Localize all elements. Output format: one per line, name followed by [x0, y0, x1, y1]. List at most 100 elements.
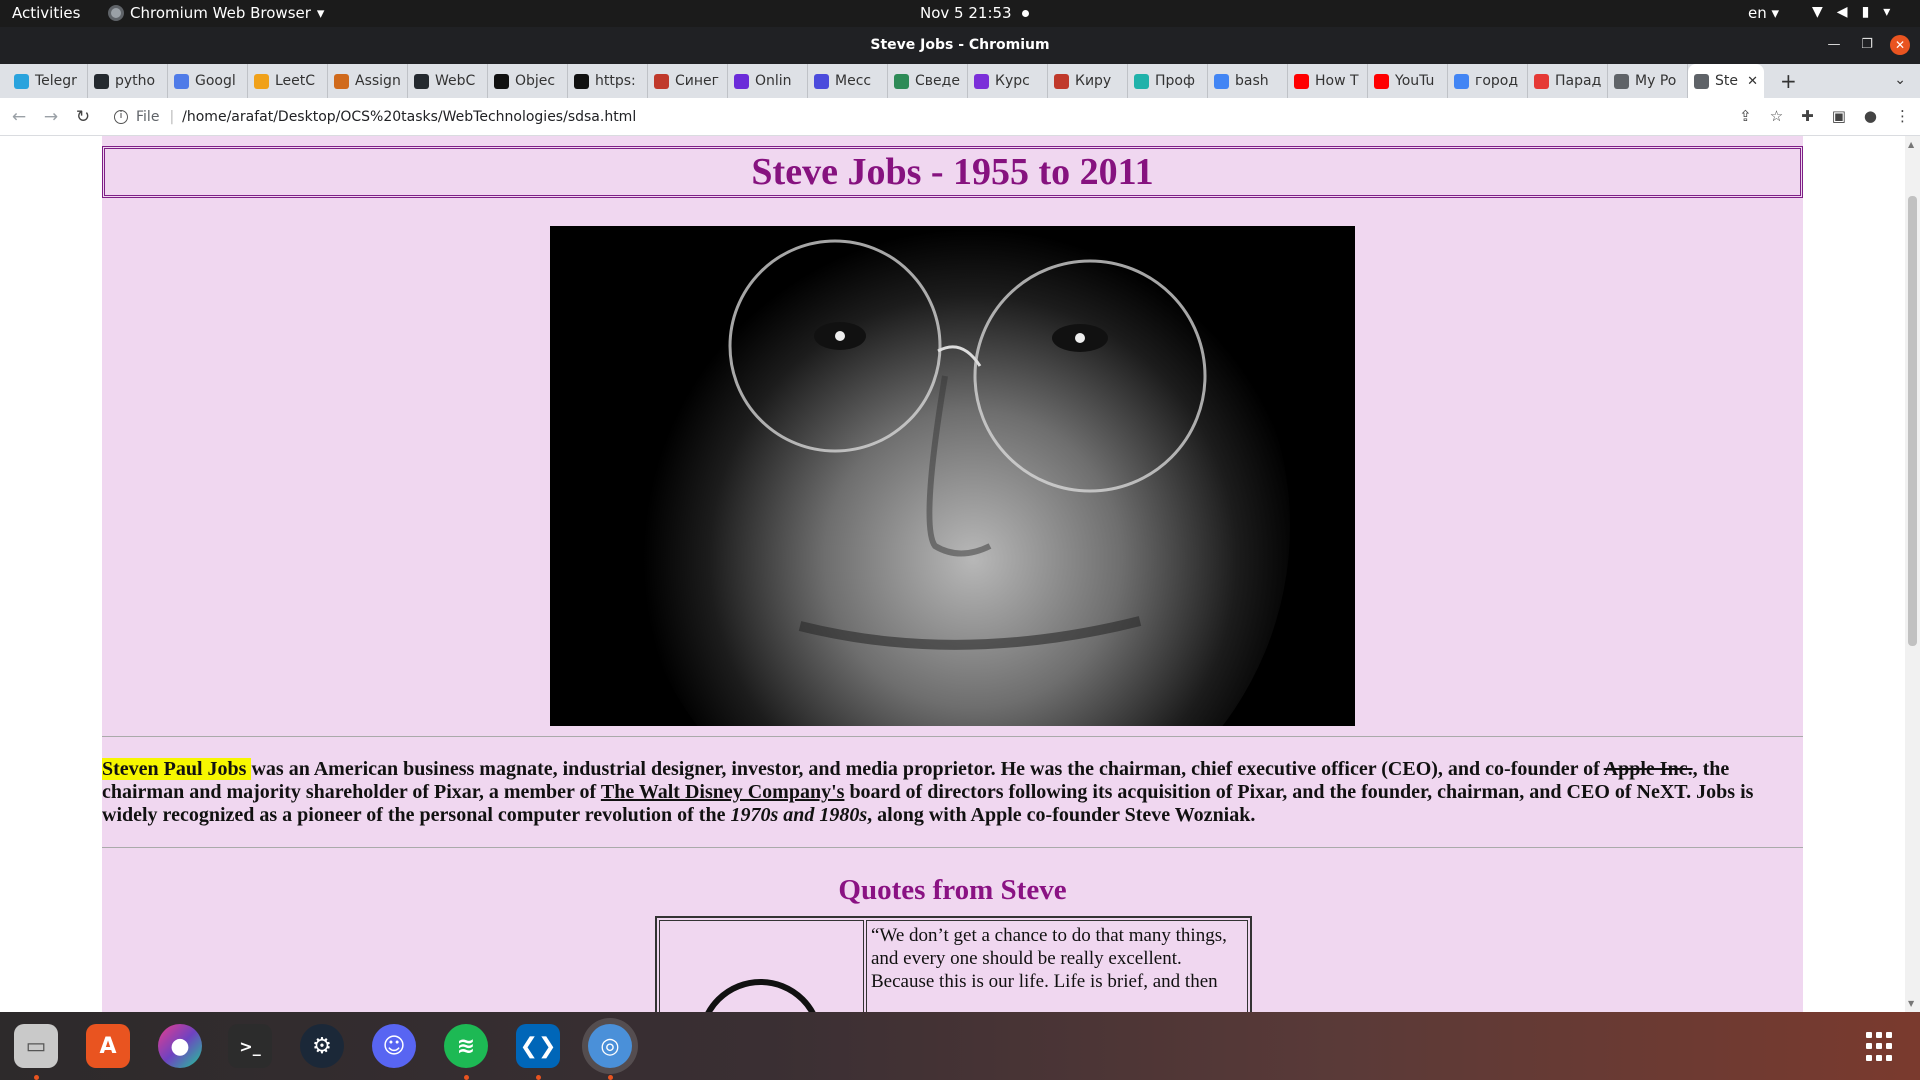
site-info-icon[interactable]: i [114, 109, 128, 124]
window-title-bar[interactable]: Steve Jobs - Chromium — ❐ ✕ [0, 27, 1920, 64]
side-panel-icon[interactable]: ▣ [1832, 107, 1846, 125]
tab-9[interactable]: Onlin [728, 64, 808, 98]
minimize-button[interactable]: — [1824, 35, 1844, 55]
bio-text: , along with Apple co-founder Steve Wozn… [867, 804, 1256, 826]
tab-8[interactable]: Синег [648, 64, 728, 98]
tab-21[interactable]: Ste ✕ [1688, 64, 1764, 98]
menu-icon[interactable]: ⋮ [1895, 107, 1910, 125]
vscode-icon[interactable]: ❮❯ [516, 1024, 560, 1068]
highlighted-name: Steven Paul Jobs [102, 758, 252, 780]
chromium-dock-icon[interactable]: ◎ [588, 1024, 632, 1068]
tab-17[interactable]: YouTu [1368, 64, 1448, 98]
tab-favicon-icon [1694, 73, 1709, 89]
tab-label: WebC [435, 73, 476, 89]
scheme-label: File [136, 108, 160, 125]
tab-label: YouTu [1395, 73, 1435, 89]
close-window-button[interactable]: ✕ [1890, 35, 1910, 55]
share-icon[interactable]: ⇪ [1739, 107, 1752, 125]
tab-2[interactable]: Googl [168, 64, 248, 98]
system-menu[interactable]: ▼ ◀ ▮ ▾ [1812, 4, 1890, 20]
terminal-icon[interactable]: >_ [228, 1024, 272, 1068]
tab-15[interactable]: bash [1208, 64, 1288, 98]
activities-button[interactable]: Activities [12, 4, 80, 22]
clock[interactable]: Nov 5 21:53 [920, 4, 1029, 22]
app-menu-label: Chromium Web Browser [130, 4, 311, 22]
tab-favicon-icon [574, 73, 589, 89]
discord-icon[interactable]: ☺ [372, 1024, 416, 1068]
language-menu[interactable]: en ▾ [1748, 4, 1779, 22]
tab-3[interactable]: LeetC [248, 64, 328, 98]
running-indicator [464, 1075, 469, 1080]
files-icon[interactable]: ▭ [14, 1024, 58, 1068]
back-button[interactable]: ← [6, 107, 32, 127]
chevron-down-icon: ▾ [316, 4, 325, 22]
tab-favicon-icon [1374, 73, 1389, 89]
new-tab-button[interactable]: + [1780, 69, 1797, 93]
language-label: en [1748, 4, 1767, 22]
spotify-icon[interactable]: ≋ [444, 1024, 488, 1068]
tab-label: Ste [1715, 73, 1738, 89]
tab-label: Киру [1075, 73, 1112, 89]
profile-icon[interactable]: ● [1864, 107, 1877, 125]
tab-1[interactable]: pytho [88, 64, 168, 98]
tab-16[interactable]: How T [1288, 64, 1368, 98]
app-menu[interactable]: Chromium Web Browser ▾ [108, 4, 324, 22]
tab-label: https: [595, 73, 636, 89]
scroll-down-icon[interactable]: ▼ [1908, 999, 1914, 1008]
color-picker-icon[interactable]: ● [158, 1024, 202, 1068]
url-text[interactable]: /home/arafat/Desktop/OCS%20tasks/WebTech… [182, 109, 636, 125]
tab-20[interactable]: My Po [1608, 64, 1688, 98]
tab-4[interactable]: Assign [328, 64, 408, 98]
forward-button[interactable]: → [38, 107, 64, 127]
bookmark-star-icon[interactable]: ☆ [1770, 107, 1783, 125]
tab-favicon-icon [1534, 73, 1549, 89]
dock: ▭ A ● >_ ⚙ ☺ ≋ ❮❯ ◎ [0, 1012, 1920, 1080]
reload-button[interactable]: ↻ [70, 107, 96, 127]
tab-6[interactable]: Objec [488, 64, 568, 98]
scroll-up-icon[interactable]: ▲ [1908, 140, 1914, 149]
tab-7[interactable]: https: [568, 64, 648, 98]
quote-text: “We don’t get a chance to do that many t… [866, 920, 1248, 1012]
tab-favicon-icon [94, 73, 109, 89]
tab-label: Assign [355, 73, 401, 89]
quote-image-icon [698, 979, 823, 1012]
tab-13[interactable]: Киру [1048, 64, 1128, 98]
quote-table: “We don’t get a chance to do that many t… [655, 916, 1252, 1012]
volume-icon: ◀ [1836, 4, 1848, 20]
maximize-button[interactable]: ❐ [1857, 35, 1877, 55]
tab-10[interactable]: Месс [808, 64, 888, 98]
portrait-photo-icon [550, 226, 1355, 726]
tab-14[interactable]: Проф [1128, 64, 1208, 98]
extensions-icon[interactable]: ✚ [1801, 107, 1814, 125]
tab-11[interactable]: Сведе [888, 64, 968, 98]
tab-12[interactable]: Курс [968, 64, 1048, 98]
tab-label: Сведе [915, 73, 960, 89]
italic-decades: 1970s and 1980s [730, 804, 868, 826]
page-viewport: Steve Jobs - 1955 to 2011 Steven Paul Jo… [0, 136, 1920, 1012]
page-scrollbar[interactable]: ▲ ▼ [1905, 136, 1920, 1012]
show-apps-icon[interactable] [1866, 1032, 1896, 1062]
tab-strip: Telegr pytho Googl LeetC Assign WebC Objec http… [0, 64, 1920, 98]
tab-0[interactable]: Telegr [8, 64, 88, 98]
tab-label: bash [1235, 73, 1269, 89]
tab-search-button[interactable]: ⌄ [1894, 72, 1906, 88]
page-body: Steve Jobs - 1955 to 2011 Steven Paul Jo… [102, 136, 1803, 1012]
address-bar[interactable]: i File | /home/arafat/Desktop/OCS%20task… [110, 102, 1750, 131]
tab-18[interactable]: город [1448, 64, 1528, 98]
toolbar-actions: ⇪ ☆ ✚ ▣ ● ⋮ [1739, 107, 1910, 125]
scrollbar-thumb[interactable] [1908, 196, 1917, 646]
steam-icon[interactable]: ⚙ [300, 1024, 344, 1068]
tab-5[interactable]: WebC [408, 64, 488, 98]
chevron-down-icon: ▾ [1883, 4, 1891, 20]
tab-favicon-icon [334, 73, 349, 89]
close-tab-icon[interactable]: ✕ [1747, 74, 1758, 89]
chromium-icon [108, 5, 124, 21]
running-indicator [34, 1075, 39, 1080]
battery-icon: ▮ [1861, 4, 1870, 20]
tab-19[interactable]: Парад [1528, 64, 1608, 98]
tab-label: Курс [995, 73, 1030, 89]
disney-link[interactable]: The Walt Disney Company's [601, 781, 845, 803]
tab-favicon-icon [974, 73, 989, 89]
tab-label: LeetC [275, 73, 316, 89]
software-center-icon[interactable]: A [86, 1024, 130, 1068]
